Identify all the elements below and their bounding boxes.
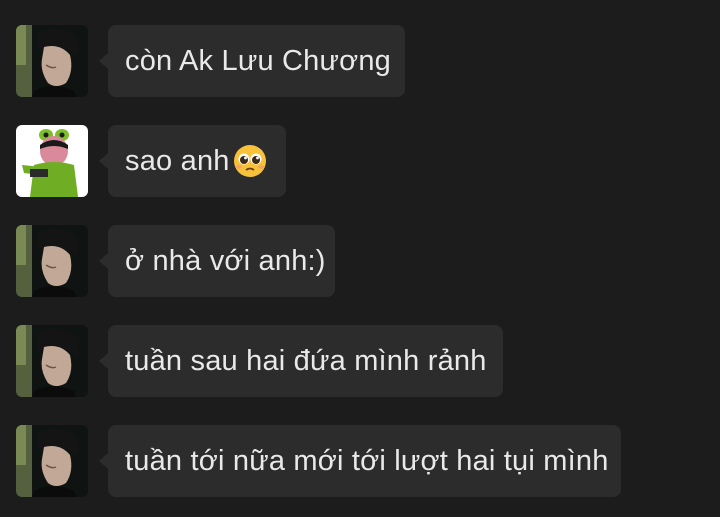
message-text: tuần tới nữa mới tới lượt hai tụi mình	[125, 444, 609, 477]
user-photo-avatar[interactable]	[16, 225, 88, 297]
message-row: tuần tới nữa mới tới lượt hai tụi mình	[0, 425, 630, 497]
message-bubble[interactable]: tuần sau hai đứa mình rảnh	[99, 325, 503, 397]
message-row: sao anh	[0, 125, 300, 197]
chat-thread: còn Ak Lưu Chương sao anh ở nhà với anh:…	[0, 0, 720, 517]
pleading-face-emoji	[232, 143, 268, 179]
message-text: tuần sau hai đứa mình rảnh	[125, 344, 487, 377]
user-photo-avatar[interactable]	[16, 325, 88, 397]
user-photo-avatar[interactable]	[16, 425, 88, 497]
message-row: còn Ak Lưu Chương	[0, 25, 420, 97]
message-text: ở nhà với anh:)	[125, 244, 326, 277]
user-photo-avatar[interactable]	[16, 25, 88, 97]
message-text: sao anh	[125, 144, 230, 177]
message-text: còn Ak Lưu Chương	[125, 44, 392, 77]
message-bubble[interactable]: tuần tới nữa mới tới lượt hai tụi mình	[99, 425, 621, 497]
message-bubble[interactable]: ở nhà với anh:)	[99, 225, 335, 297]
message-bubble[interactable]: sao anh	[99, 125, 286, 197]
message-bubble[interactable]: còn Ak Lưu Chương	[99, 25, 405, 97]
frog-costume-avatar[interactable]	[16, 125, 88, 197]
message-row: ở nhà với anh:)	[0, 225, 340, 297]
message-row: tuần sau hai đứa mình rảnh	[0, 325, 510, 397]
